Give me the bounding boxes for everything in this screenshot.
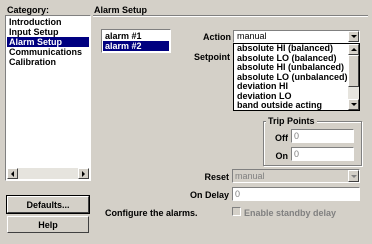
alarm-item[interactable]: alarm #1 — [103, 31, 169, 41]
hint-text: Configure the alarms. — [105, 208, 198, 218]
trip-off-label: Off — [275, 133, 288, 143]
standby-label: Enable standby delay — [244, 208, 337, 218]
arrow-left-icon — [11, 170, 14, 177]
reset-value: manual — [235, 171, 265, 181]
trip-off-value: 0 — [294, 131, 300, 141]
scroll-down-button[interactable] — [348, 99, 359, 110]
category-list[interactable]: Introduction Input Setup Alarm Setup Commun… — [5, 15, 91, 181]
chevron-down-icon — [350, 35, 357, 38]
action-select[interactable]: manual — [233, 30, 360, 43]
scroll-up-button[interactable] — [348, 44, 359, 55]
category-item[interactable]: Communications — [7, 47, 89, 57]
action-label: Action — [203, 32, 231, 42]
action-dropdown-list[interactable]: absolute HI (balanced) absolute LO (balan… — [233, 43, 360, 111]
help-button[interactable]: Help — [7, 216, 89, 233]
trip-on-input[interactable]: 0 — [291, 147, 354, 161]
scroll-thumb[interactable] — [348, 55, 359, 87]
category-header: Category: — [7, 5, 50, 15]
trip-off-input[interactable]: 0 — [291, 129, 354, 143]
alarm-list[interactable]: alarm #1 alarm #2 — [101, 29, 171, 53]
category-item[interactable]: Input Setup — [7, 27, 89, 37]
action-dropdown-button[interactable] — [348, 31, 359, 42]
trip-on-value: 0 — [294, 149, 300, 159]
category-item[interactable]: Alarm Setup — [7, 37, 89, 47]
action-option[interactable]: band outside acting — [235, 100, 347, 111]
category-item[interactable]: Calibration — [7, 57, 89, 67]
action-vscrollbar[interactable] — [348, 44, 359, 110]
scroll-left-button[interactable] — [7, 168, 18, 179]
reset-dropdown-button[interactable] — [348, 170, 359, 182]
setpoint-label: Setpoint — [194, 52, 230, 62]
scroll-right-button[interactable] — [78, 168, 89, 179]
reset-select[interactable]: manual — [232, 169, 360, 183]
trip-on-label: On — [275, 151, 289, 161]
arrow-up-icon — [350, 48, 357, 51]
category-item[interactable]: Introduction — [7, 17, 89, 27]
standby-checkbox[interactable] — [232, 207, 241, 216]
on-delay-value: 0 — [235, 189, 241, 199]
panel-divider — [93, 15, 368, 17]
reset-label: Reset — [204, 172, 229, 182]
defaults-button[interactable]: Defaults... — [6, 195, 90, 214]
trip-points-title: Trip Points — [266, 116, 317, 126]
on-delay-input[interactable]: 0 — [232, 187, 360, 201]
panel-title: Alarm Setup — [94, 5, 148, 15]
alarm-item[interactable]: alarm #2 — [103, 41, 169, 51]
category-hscrollbar[interactable] — [7, 168, 89, 179]
chevron-down-icon — [350, 174, 357, 178]
arrow-down-icon — [350, 103, 357, 106]
arrow-right-icon — [82, 170, 85, 177]
on-delay-label: On Delay — [189, 190, 229, 200]
action-value: manual — [237, 31, 267, 41]
